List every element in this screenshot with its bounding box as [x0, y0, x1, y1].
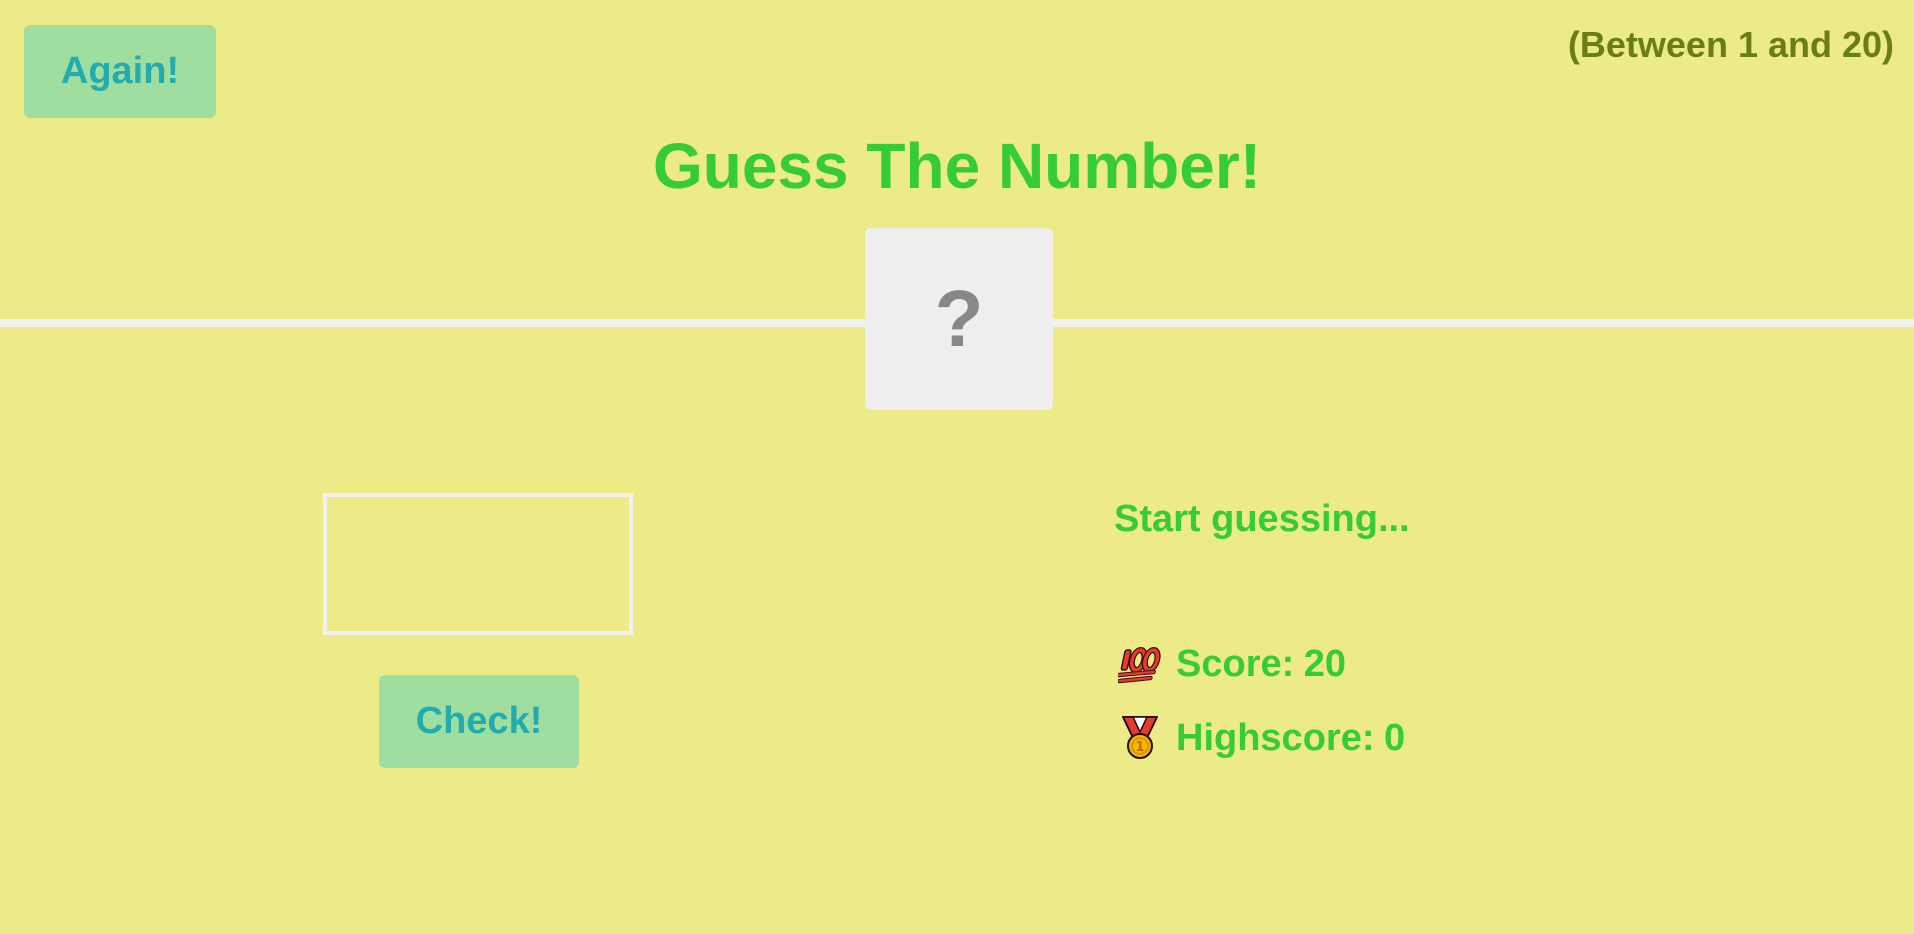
status-message: Start guessing... — [1114, 498, 1410, 540]
again-button[interactable]: Again! — [24, 25, 216, 118]
score-label: Score: — [1176, 642, 1295, 685]
secret-number: ? — [934, 274, 984, 363]
hundred-points-icon — [1116, 642, 1162, 686]
medal-icon: 1 — [1118, 716, 1162, 760]
highscore-row: 1 Highscore: 0 — [1118, 716, 1405, 760]
page-title: Guess The Number! — [652, 130, 1262, 202]
check-button[interactable]: Check! — [379, 675, 579, 768]
secret-number-box: ? — [865, 228, 1053, 410]
svg-text:1: 1 — [1135, 740, 1144, 755]
guess-input[interactable] — [323, 493, 633, 635]
highscore-label: Highscore: — [1176, 716, 1375, 759]
score-row: Score: 20 — [1116, 642, 1347, 686]
range-hint: (Between 1 and 20) — [1567, 24, 1894, 65]
highscore-value: 0 — [1383, 716, 1406, 759]
score-value: 20 — [1303, 642, 1347, 685]
